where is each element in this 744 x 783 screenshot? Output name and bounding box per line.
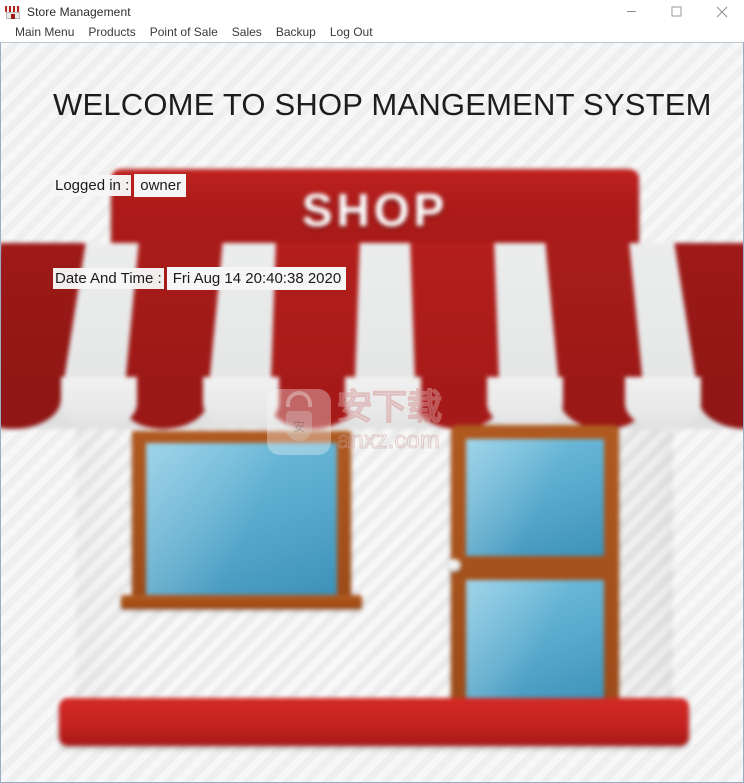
close-button[interactable] [699, 0, 744, 23]
datetime-value: Fri Aug 14 20:40:38 2020 [166, 267, 347, 290]
menu-bar: Main Menu Products Point of Sale Sales B… [0, 23, 744, 42]
close-icon [716, 6, 727, 17]
window-controls [609, 0, 744, 23]
watermark-bag-shield: 安 [286, 411, 312, 441]
watermark-bag-handle [286, 391, 312, 407]
datetime-row: Date And Time : Fri Aug 14 20:40:38 2020 [53, 267, 347, 290]
menu-item-sales[interactable]: Sales [225, 23, 269, 42]
window-title: Store Management [27, 4, 131, 19]
datetime-label: Date And Time : [53, 268, 164, 289]
menu-item-main-menu[interactable]: Main Menu [8, 23, 81, 42]
minimize-icon [627, 11, 636, 12]
client-area: SHOP WELCOME TO SHOP MANGEMENT SYSTEM Lo… [0, 42, 744, 783]
logged-in-label: Logged in : [53, 175, 132, 196]
maximize-button[interactable] [654, 0, 699, 23]
menu-item-log-out[interactable]: Log Out [323, 23, 380, 42]
logged-in-value: owner [134, 174, 187, 197]
watermark: 安 安下载 anxz.com [267, 388, 467, 479]
logged-in-row: Logged in : owner [53, 174, 187, 197]
menu-item-products[interactable]: Products [81, 23, 142, 42]
watermark-domain: anxz.com [336, 427, 440, 454]
shop-icon [5, 4, 21, 20]
menu-item-point-of-sale[interactable]: Point of Sale [143, 23, 225, 42]
application-window: Store Management Main Menu Products Poin… [0, 0, 744, 783]
watermark-text-group: 安下载 anxz.com [336, 388, 443, 454]
watermark-chinese-text: 安下载 [336, 388, 443, 428]
page-title: WELCOME TO SHOP MANGEMENT SYSTEM [53, 87, 712, 122]
minimize-button[interactable] [609, 0, 654, 23]
menu-item-backup[interactable]: Backup [269, 23, 323, 42]
maximize-icon [671, 6, 682, 17]
watermark-bag-icon: 安 [267, 389, 331, 455]
title-bar: Store Management [0, 0, 744, 23]
shop-icon-door [11, 13, 15, 19]
